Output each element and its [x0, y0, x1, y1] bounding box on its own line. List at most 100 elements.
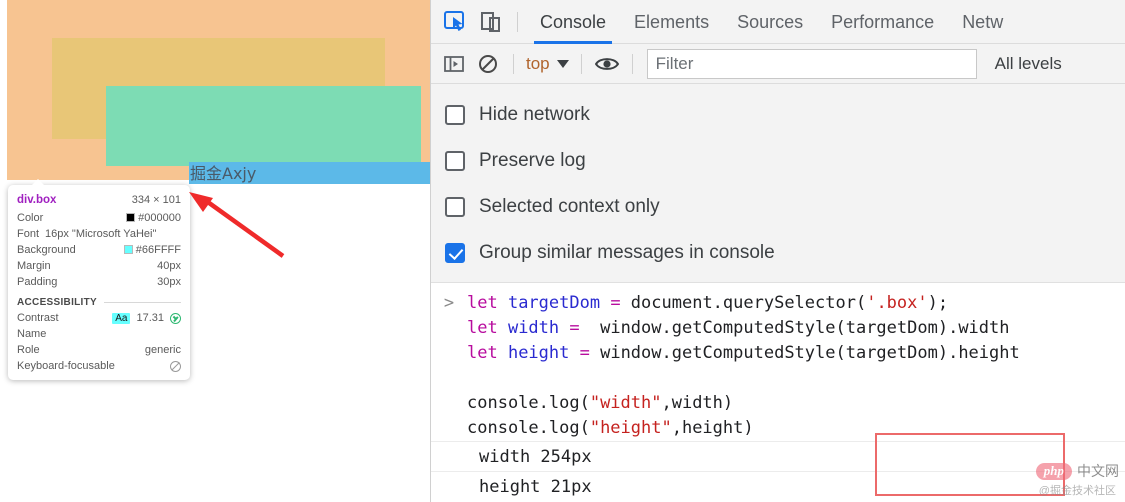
- inspect-element-icon[interactable]: [437, 0, 473, 44]
- execution-context-select[interactable]: top: [522, 54, 573, 74]
- red-annotation-arrow: [189, 192, 285, 258]
- setting-label: Group similar messages in console: [479, 242, 775, 263]
- tooltip-row-font: Font 16px "Microsoft YaHei": [17, 226, 181, 242]
- setting-label: Preserve log: [479, 150, 586, 171]
- tooltip-row-color: Color #000000: [17, 210, 181, 226]
- tooltip-font-value: 16px "Microsoft YaHei": [45, 228, 157, 240]
- setting-hide-network[interactable]: Hide network: [431, 92, 1125, 138]
- setting-selected-context-only[interactable]: Selected context only: [431, 184, 1125, 230]
- code-line: let targetDom = document.querySelector('…: [467, 291, 1125, 316]
- device-toolbar-icon[interactable]: [473, 0, 509, 44]
- color-swatch-icon: [126, 213, 136, 222]
- name-key: Name: [17, 328, 47, 340]
- tab-performance[interactable]: Performance: [817, 0, 948, 44]
- contrast-pass-check-icon: [170, 312, 181, 324]
- code-token: );: [927, 293, 949, 313]
- checkbox-icon[interactable]: [445, 151, 465, 171]
- setting-label: Selected context only: [479, 196, 660, 217]
- console-settings-list: Hide network Preserve log Selected conte…: [431, 84, 1125, 282]
- code-token: width: [507, 318, 560, 338]
- devtools-padding-overlay: 掘金Axjy: [52, 38, 430, 184]
- tooltip-background-key: Background: [17, 244, 76, 256]
- code-token: targetDom: [507, 293, 601, 313]
- code-token: window.getComputedStyle(targetDom).heigh…: [600, 343, 1020, 363]
- selected-inner-element[interactable]: 掘金Axjy: [189, 162, 430, 184]
- code-token: let: [467, 343, 508, 363]
- code-token: console.log(: [467, 393, 590, 413]
- devtools-panel: Console Elements Sources Performance Net…: [430, 0, 1125, 502]
- tooltip-selector: div.box: [17, 194, 57, 206]
- tooltip-color-key: Color: [17, 212, 44, 224]
- checkbox-icon[interactable]: [445, 105, 465, 125]
- console-prompt-chevron: >: [443, 293, 455, 313]
- background-swatch-icon: [123, 245, 133, 254]
- console-sidebar-icon[interactable]: [437, 44, 471, 84]
- code-token: ,width): [661, 393, 734, 413]
- code-line: console.log("height",height): [467, 416, 1125, 441]
- tooltip-dimensions: 334 × 101: [131, 194, 181, 206]
- devtools-content-overlay: 掘金Axjy: [106, 86, 430, 184]
- tooltip-background-value: #66FFFF: [123, 244, 181, 256]
- tooltip-row-margin: Margin 40px: [17, 258, 181, 274]
- contrast-key: Contrast: [17, 312, 59, 324]
- console-filter-bar: top All levels: [431, 44, 1125, 84]
- code-line: console.log("width",width): [467, 391, 1125, 416]
- console-output-row: width 254px: [431, 441, 1125, 471]
- tooltip-row-role: Role generic: [17, 342, 181, 358]
- console-output-area: > let targetDom = document.querySelector…: [431, 282, 1125, 501]
- code-token: "height": [589, 418, 672, 438]
- checkbox-checked-icon[interactable]: [445, 243, 465, 263]
- watermark-primary: php 中文网: [1035, 461, 1119, 481]
- checkbox-icon[interactable]: [445, 197, 465, 217]
- tab-elements[interactable]: Elements: [620, 0, 723, 44]
- element-inspector-tooltip: div.box 334 × 101 Color #000000 Font 16p…: [8, 179, 190, 380]
- execution-context-label: top: [526, 53, 550, 73]
- divider: [517, 11, 518, 32]
- screenshot-root: 掘金Axjy div.box 334 × 101 Color #000000 F…: [0, 0, 1125, 502]
- console-filter-input[interactable]: [646, 48, 977, 79]
- clear-console-icon[interactable]: [471, 44, 505, 84]
- divider: [631, 53, 633, 74]
- tooltip-padding-key: Padding: [17, 276, 58, 288]
- setting-preserve-log[interactable]: Preserve log: [431, 138, 1125, 184]
- code-token: height: [507, 343, 570, 363]
- tooltip-row-focusable: Keyboard-focusable: [17, 358, 181, 374]
- role-key: Role: [17, 344, 40, 356]
- code-token: document.querySelector(: [630, 293, 867, 313]
- contrast-sample-chip: Aa: [112, 312, 131, 324]
- tooltip-row-contrast: Contrast Aa 17.31: [17, 310, 181, 326]
- tab-sources[interactable]: Sources: [723, 0, 817, 44]
- code-token: "width": [589, 393, 662, 413]
- code-line: let height = window.getComputedStyle(tar…: [467, 341, 1125, 366]
- not-focusable-icon: [170, 360, 181, 372]
- log-levels-dropdown[interactable]: All levels: [995, 54, 1062, 74]
- inner-element-text: 掘金Axjy: [190, 164, 257, 183]
- focusable-key: Keyboard-focusable: [17, 360, 115, 372]
- divider: [580, 53, 582, 74]
- code-token: window.getComputedStyle(targetDom).width: [589, 318, 1010, 338]
- code-token: let: [467, 293, 508, 313]
- role-value: generic: [144, 344, 181, 356]
- tooltip-row-background: Background #66FFFF: [17, 242, 181, 258]
- code-token: console.log(: [467, 418, 590, 438]
- code-line: let width = window.getComputedStyle(targ…: [467, 316, 1125, 341]
- setting-label: Hide network: [479, 104, 590, 125]
- tooltip-row-padding: Padding 30px: [17, 274, 181, 290]
- live-expression-icon[interactable]: [590, 44, 624, 84]
- rendered-page-pane: 掘金Axjy div.box 334 × 101 Color #000000 F…: [0, 0, 430, 502]
- tab-network[interactable]: Netw: [948, 0, 1017, 44]
- console-input-entry[interactable]: > let targetDom = document.querySelector…: [431, 283, 1125, 441]
- tooltip-color-value: #000000: [126, 212, 181, 224]
- setting-group-similar-messages[interactable]: Group similar messages in console: [431, 230, 1125, 276]
- code-token: let: [467, 318, 508, 338]
- console-log-outputs: width 254px height 21px: [431, 441, 1125, 501]
- accessibility-heading-text: ACCESSIBILITY: [17, 297, 98, 308]
- code-token: =: [600, 293, 631, 313]
- accessibility-section-heading: ACCESSIBILITY: [17, 297, 181, 308]
- tab-console[interactable]: Console: [526, 0, 620, 44]
- code-token: =: [559, 318, 590, 338]
- code-token: ,height): [671, 418, 754, 438]
- watermark: php 中文网 @掘金技术社区: [1035, 461, 1119, 498]
- watermark-site-name: 中文网: [1077, 463, 1119, 479]
